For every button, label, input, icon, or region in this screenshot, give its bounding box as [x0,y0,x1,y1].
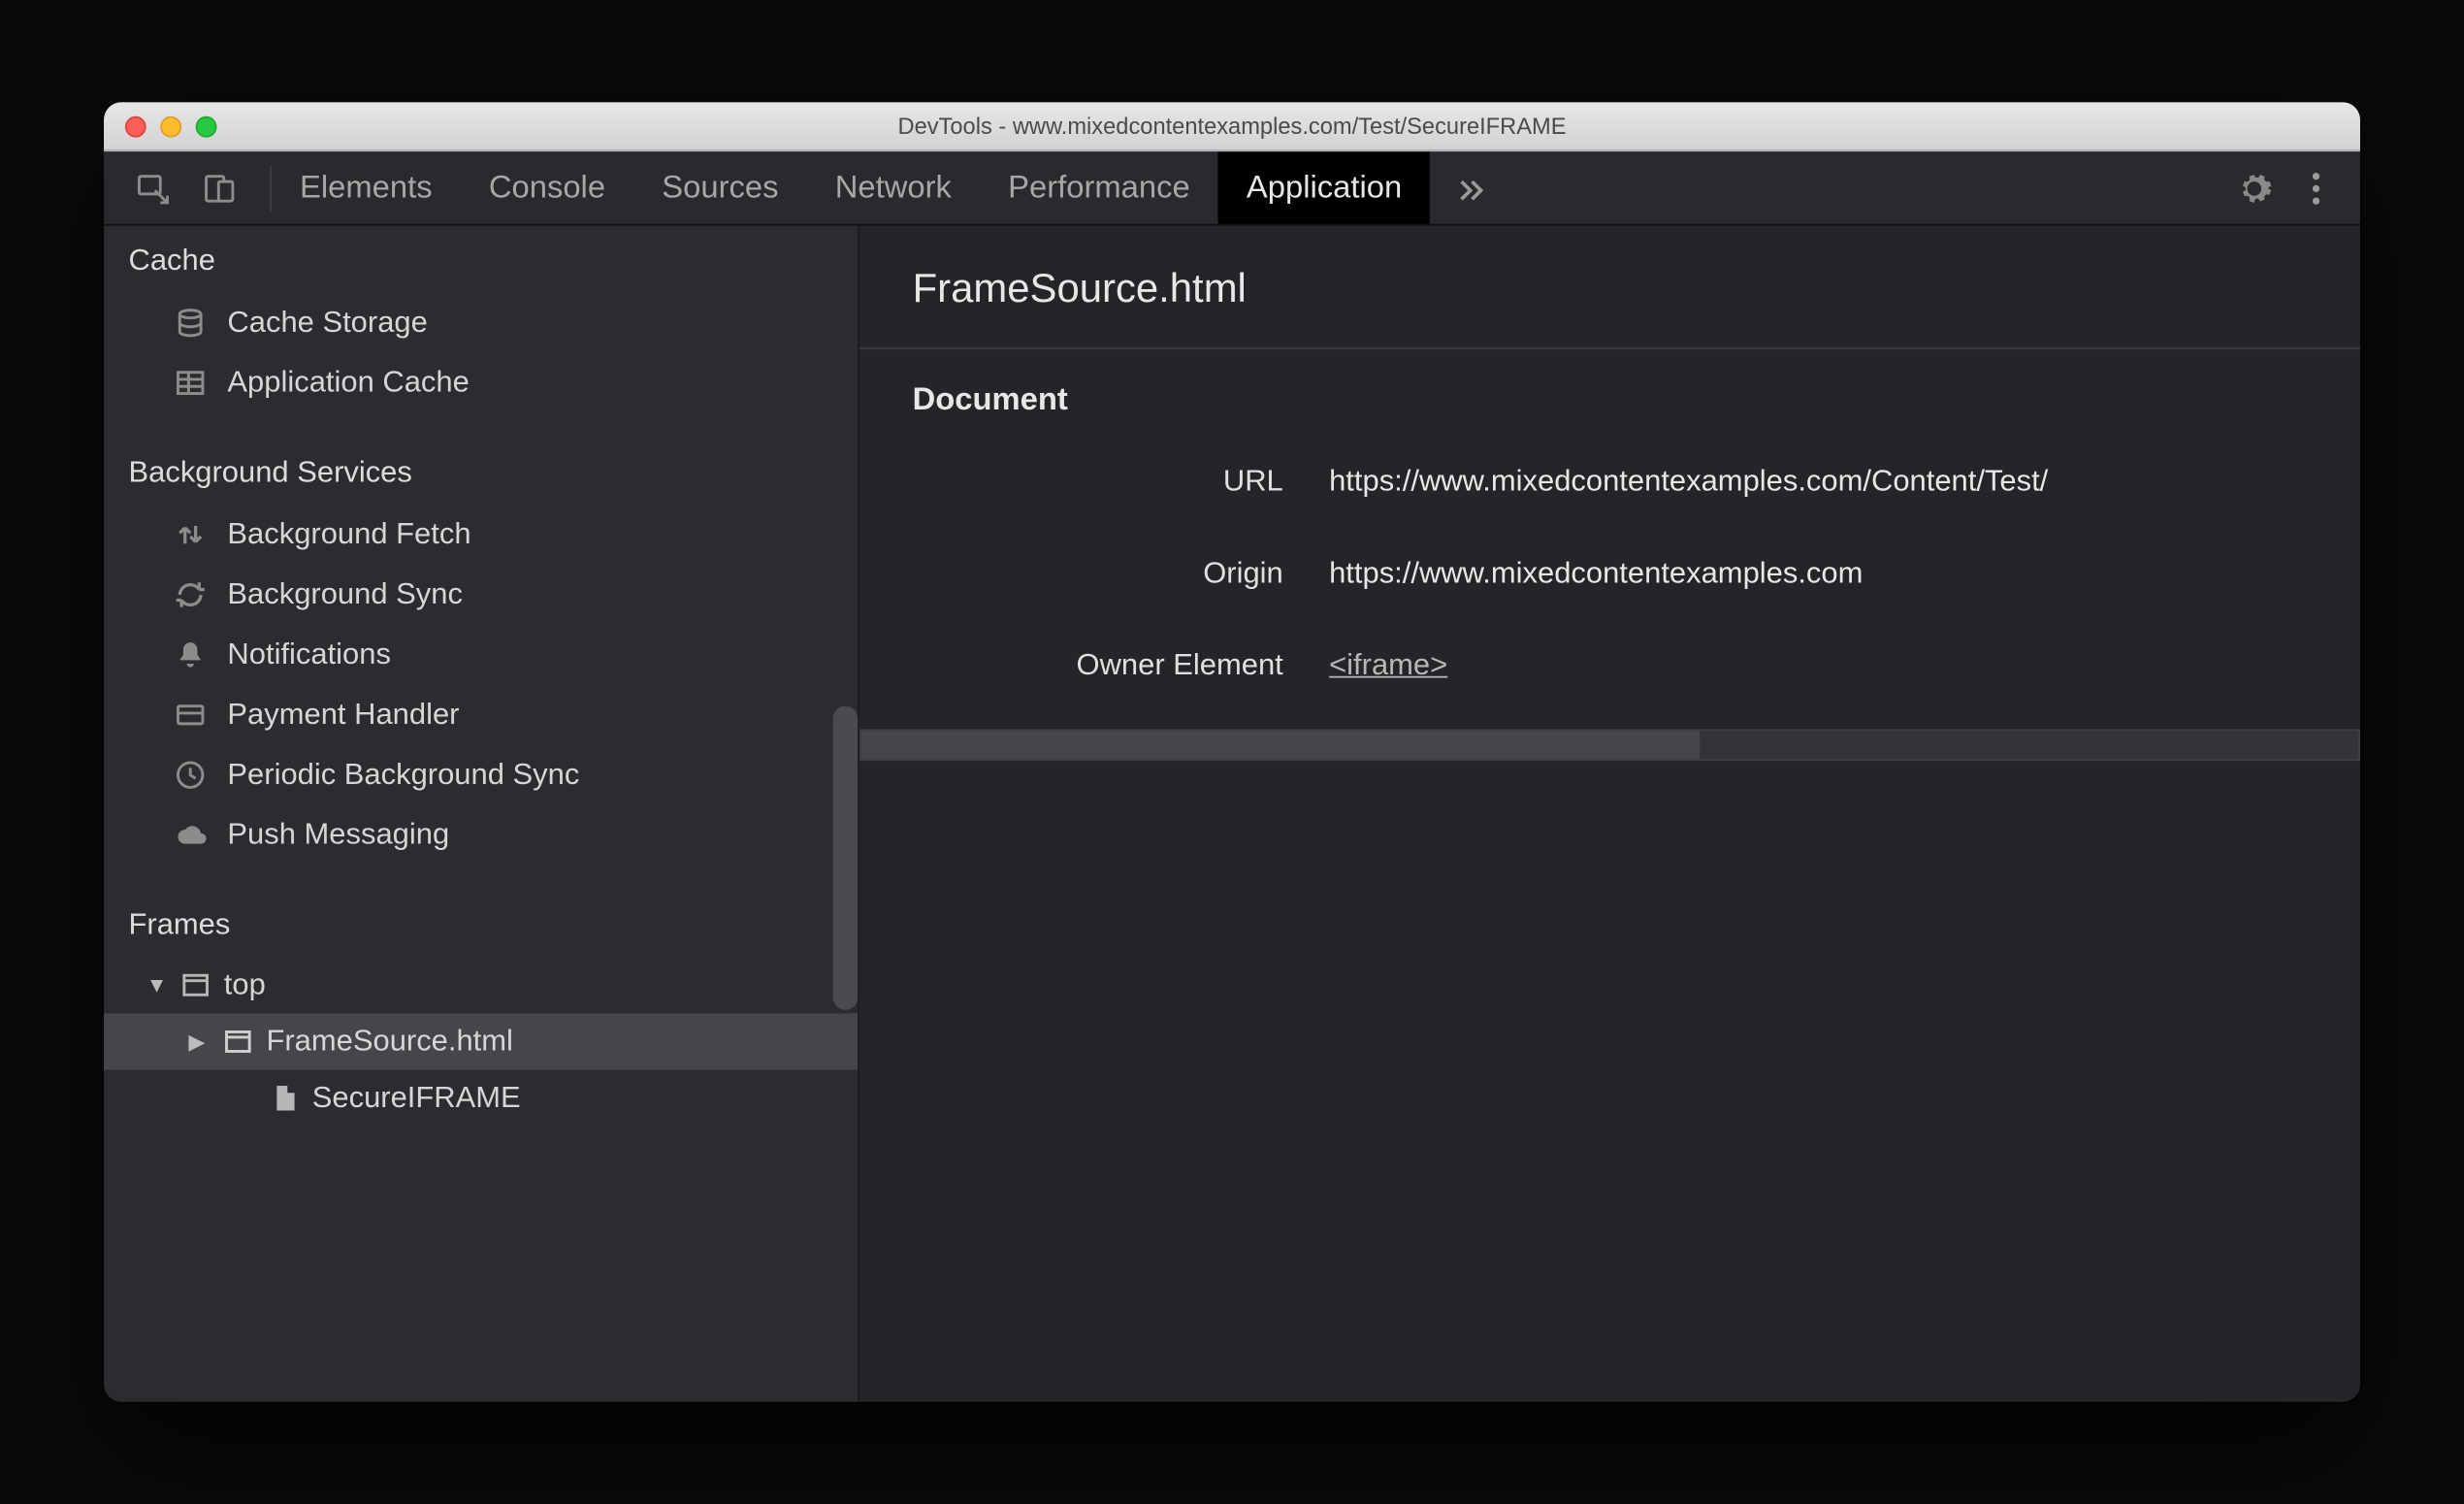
tree-label: top [224,967,266,1002]
horizontal-scrollbar-thumb[interactable] [861,731,1700,759]
window-titlebar: DevTools - www.mixedcontentexamples.com/… [104,102,2360,151]
tree-label: SecureIFRAME [312,1081,521,1116]
sidebar-item-cache-storage[interactable]: Cache Storage [104,293,858,353]
document-icon [274,1084,298,1112]
origin-label: Origin [913,556,1283,591]
url-value: https://www.mixedcontentexamples.com/Con… [1329,464,2307,499]
tab-application[interactable]: Application [1218,151,1431,224]
sidebar-item-application-cache[interactable]: Application Cache [104,353,858,413]
sidebar-item-label: Periodic Background Sync [227,757,579,792]
more-tabs-icon[interactable] [1430,172,1511,204]
fetch-icon [175,519,207,551]
sidebar-item-bg-fetch[interactable]: Background Fetch [104,505,858,565]
tab-console[interactable]: Console [461,151,633,224]
cache-heading: Cache [104,226,858,293]
owner-element-label: Owner Element [913,648,1283,683]
origin-value: https://www.mixedcontentexamples.com [1329,556,2307,591]
maximize-button[interactable] [196,115,217,137]
tab-performance[interactable]: Performance [980,151,1218,224]
horizontal-scrollbar[interactable] [859,729,2360,761]
sidebar-item-label: Notifications [227,638,391,672]
database-icon [175,307,207,339]
document-section-heading: Document [859,349,2360,436]
sidebar-item-push-messaging[interactable]: Push Messaging [104,805,858,866]
frames-top[interactable]: ▼ top [104,957,858,1013]
window-icon [181,971,210,999]
window-icon [224,1028,252,1056]
sync-icon [175,579,207,611]
sidebar-item-label: Push Messaging [227,817,449,852]
application-sidebar: Cache Cache Storage Application Cache Ba… [104,226,859,1402]
sidebar-item-bg-sync[interactable]: Background Sync [104,565,858,625]
frames-leaf-secureiframe[interactable]: SecureIFRAME [104,1070,858,1127]
clock-icon [175,759,207,791]
frames-heading: Frames [104,890,858,957]
sidebar-item-label: Application Cache [227,365,469,400]
cloud-icon [175,819,207,851]
frame-details-panel: FrameSource.html Document URL https://ww… [859,226,2360,1402]
close-button[interactable] [125,115,146,137]
devtools-window: DevTools - www.mixedcontentexamples.com/… [104,102,2360,1402]
bell-icon [175,639,207,671]
chevron-down-icon: ▼ [146,973,168,997]
sidebar-scrollbar-thumb[interactable] [833,706,858,1010]
bg-services-heading: Background Services [104,438,858,505]
sidebar-item-periodic-sync[interactable]: Periodic Background Sync [104,745,858,805]
window-title: DevTools - www.mixedcontentexamples.com/… [104,113,2360,139]
device-toolbar-icon[interactable] [203,170,238,205]
sidebar-item-payment-handler[interactable]: Payment Handler [104,685,858,745]
devtools-tabs: Elements Console Sources Network Perform… [104,151,2360,225]
tree-label: FrameSource.html [266,1024,512,1059]
sidebar-item-label: Cache Storage [227,306,427,341]
frame-title: FrameSource.html [859,226,2360,348]
owner-element-link[interactable]: <iframe> [1329,648,1447,682]
tab-network[interactable]: Network [807,151,980,224]
sidebar-item-label: Payment Handler [227,698,459,733]
sidebar-item-label: Background Fetch [227,517,470,552]
sidebar-item-label: Background Sync [227,577,463,612]
frames-child-framesource[interactable]: ▶ FrameSource.html [104,1013,858,1069]
card-icon [175,699,207,731]
minimize-button[interactable] [160,115,181,137]
chevron-right-icon: ▶ [188,1030,210,1054]
kebab-menu-icon[interactable] [2311,170,2321,205]
tab-elements[interactable]: Elements [272,151,461,224]
inspect-icon[interactable] [136,170,171,205]
settings-icon[interactable] [2237,170,2272,205]
grid-icon [175,367,207,399]
tab-sources[interactable]: Sources [633,151,806,224]
url-label: URL [913,464,1283,499]
sidebar-item-notifications[interactable]: Notifications [104,625,858,685]
